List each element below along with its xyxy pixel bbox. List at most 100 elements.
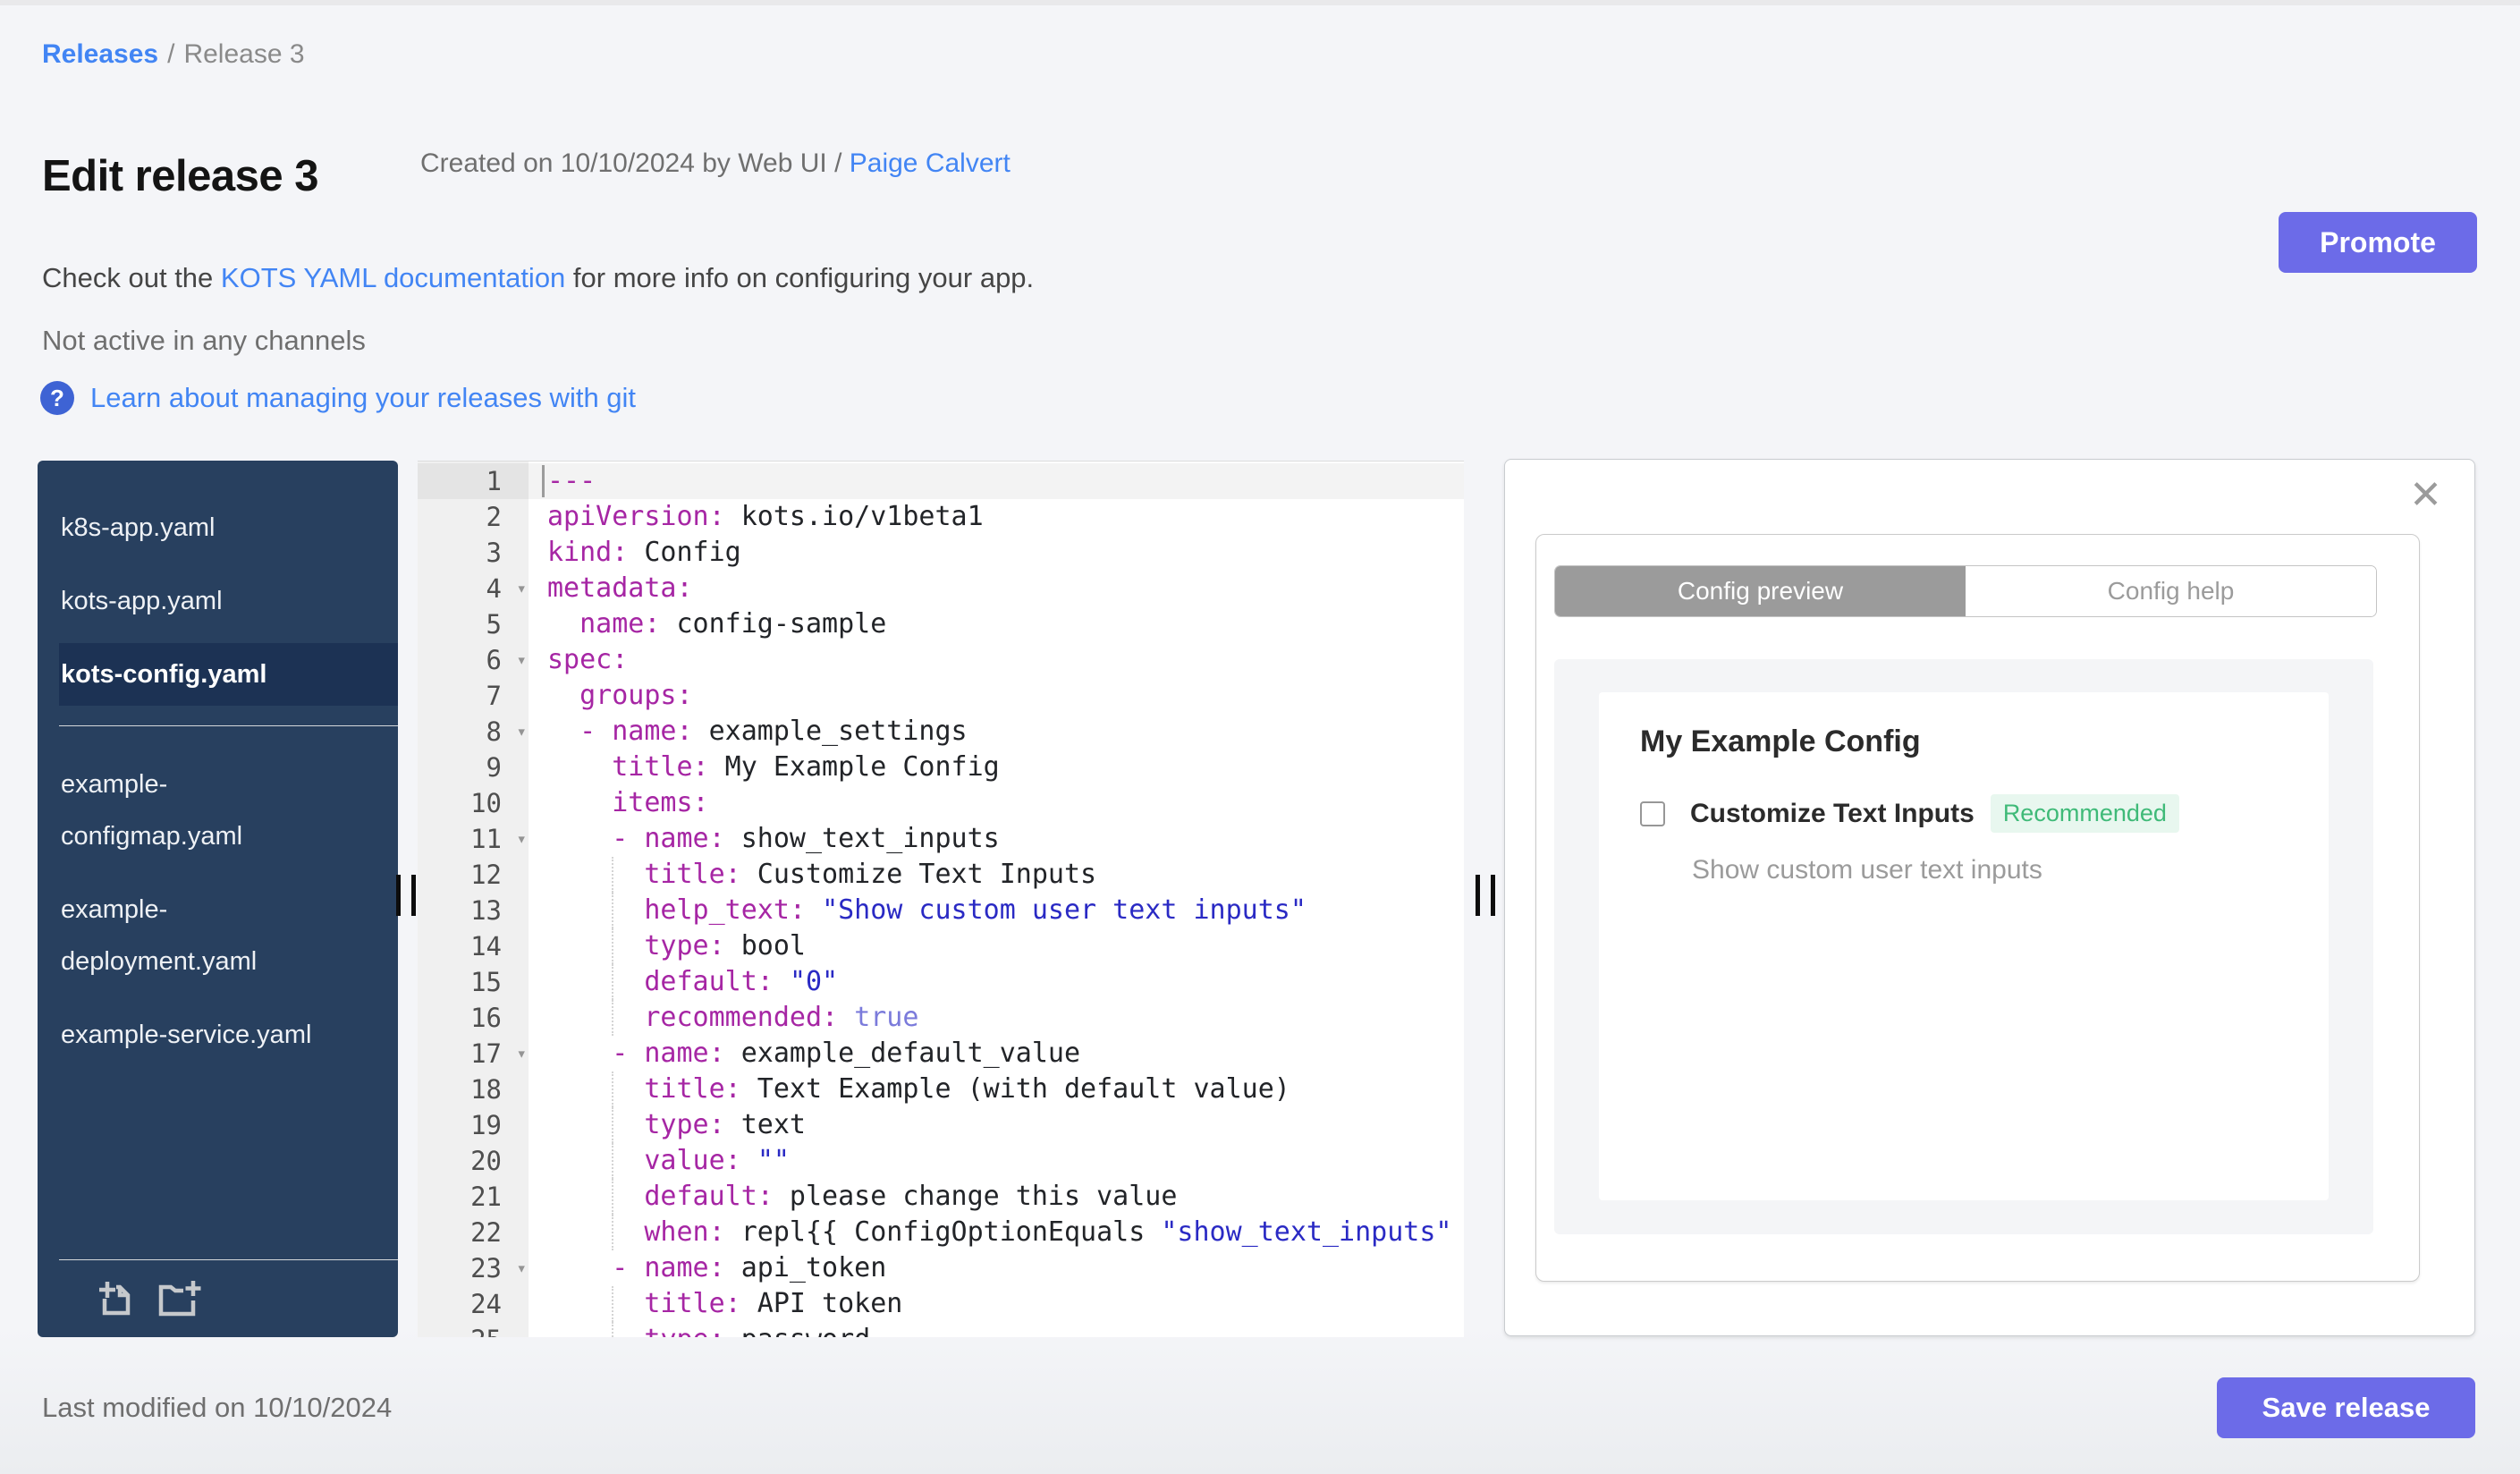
- line-number: 5: [486, 609, 502, 640]
- edit-release-page: Releases / Release 3 Edit release 3 Create…: [0, 0, 2520, 1474]
- help-question-icon[interactable]: ?: [40, 381, 74, 415]
- code-line[interactable]: 9 title: My Example Config: [418, 750, 1464, 785]
- docs-line: Check out the KOTS YAML documentation fo…: [42, 262, 1034, 294]
- code-line[interactable]: 13 help_text: "Show custom user text inp…: [418, 893, 1464, 928]
- config-item-help-text: Show custom user text inputs: [1692, 855, 2042, 885]
- code-text: type: bool: [529, 928, 1464, 964]
- config-preview-panel: ✕ Config preview Config help My Example C…: [1504, 459, 2475, 1336]
- file-item-kots-app.yaml[interactable]: kots-app.yaml: [59, 570, 398, 632]
- code-text: recommended: true: [529, 1000, 1464, 1036]
- line-number: 15: [470, 967, 502, 997]
- last-modified-text: Last modified on 10/10/2024: [42, 1392, 393, 1423]
- code-line[interactable]: 14 type: bool: [418, 928, 1464, 964]
- window-top-strip: [0, 0, 2520, 5]
- config-item-row: Customize Text Inputs Recommended: [1640, 794, 2179, 833]
- sidebar-footer-icons: [95, 1279, 204, 1323]
- fold-toggle-icon[interactable]: ▾: [517, 571, 527, 606]
- docs-prefix: Check out the: [42, 262, 221, 293]
- file-item-example-deployment.yaml[interactable]: example-deployment.yaml: [59, 878, 398, 993]
- code-line[interactable]: 2 apiVersion: kots.io/v1beta1: [418, 499, 1464, 535]
- docs-suffix: for more info on configuring your app.: [565, 262, 1035, 293]
- code-line[interactable]: 10 items:: [418, 785, 1464, 821]
- yaml-code-editor[interactable]: 1 --- 2 apiVersion: kots.io/v1beta1 3 kind: C…: [418, 461, 1464, 1337]
- code-line[interactable]: 15 default: "0": [418, 964, 1464, 1000]
- line-number: 3: [486, 538, 502, 568]
- code-line[interactable]: 12 title: Customize Text Inputs: [418, 857, 1464, 893]
- fold-toggle-icon[interactable]: ▾: [517, 714, 527, 750]
- line-number: 1: [418, 463, 529, 499]
- git-releases-link[interactable]: Learn about managing your releases with …: [90, 382, 636, 414]
- customize-text-inputs-checkbox[interactable]: [1640, 801, 1665, 826]
- code-line[interactable]: 4 ▾ metadata:: [418, 571, 1464, 606]
- line-number: 18: [470, 1074, 502, 1105]
- code-line[interactable]: 24 title: API token: [418, 1286, 1464, 1322]
- config-item-label: Customize Text Inputs: [1690, 798, 1975, 828]
- created-author-link[interactable]: Paige Calvert: [850, 148, 1011, 178]
- kots-yaml-docs-link[interactable]: KOTS YAML documentation: [221, 262, 565, 293]
- page-title: Edit release 3: [42, 151, 318, 200]
- config-group-title: My Example Config: [1640, 724, 1921, 758]
- file-item-example-service.yaml[interactable]: example-service.yaml: [59, 1004, 398, 1066]
- line-number: 19: [470, 1110, 502, 1140]
- code-line[interactable]: 22 when: repl{{ ConfigOptionEquals "show…: [418, 1215, 1464, 1250]
- file-item-kots-config.yaml[interactable]: kots-config.yaml: [59, 643, 398, 706]
- code-text: title: Customize Text Inputs: [529, 857, 1464, 893]
- save-release-button[interactable]: Save release: [2217, 1377, 2475, 1438]
- breadcrumb-current: Release 3: [183, 39, 305, 69]
- preview-card: Config preview Config help My Example Con…: [1535, 534, 2420, 1282]
- code-text: apiVersion: kots.io/v1beta1: [547, 501, 984, 532]
- code-text: kind: Config: [547, 537, 741, 568]
- fold-toggle-icon[interactable]: ▾: [517, 642, 527, 678]
- fold-toggle-icon[interactable]: ▾: [517, 1250, 527, 1286]
- line-number: 14: [470, 931, 502, 961]
- code-line[interactable]: 6 ▾ spec:: [418, 642, 1464, 678]
- resize-bar: [411, 875, 416, 916]
- text-cursor: [542, 465, 545, 497]
- line-number: 24: [470, 1289, 502, 1319]
- code-line[interactable]: 16 recommended: true: [418, 1000, 1464, 1036]
- add-file-icon[interactable]: [95, 1279, 134, 1323]
- file-item-k8s-app.yaml[interactable]: k8s-app.yaml: [59, 496, 398, 559]
- code-line[interactable]: 25 type: password: [418, 1322, 1464, 1337]
- code-line[interactable]: 18 title: Text Example (with default val…: [418, 1072, 1464, 1107]
- line-number: 4 ▾: [418, 571, 529, 606]
- breadcrumb-releases-link[interactable]: Releases: [42, 39, 158, 69]
- code-line[interactable]: 3 kind: Config: [418, 535, 1464, 571]
- code-line[interactable]: 11 ▾ - name: show_text_inputs: [418, 821, 1464, 857]
- code-text: - name: show_text_inputs: [612, 823, 1000, 854]
- channel-status: Not active in any channels: [42, 325, 366, 356]
- fold-toggle-icon[interactable]: ▾: [517, 1036, 527, 1072]
- code-text: - name: api_token: [612, 1252, 887, 1283]
- fold-toggle-icon[interactable]: ▾: [517, 821, 527, 857]
- tab-config-help[interactable]: Config help: [1966, 566, 2376, 616]
- code-line[interactable]: 5 name: config-sample: [418, 606, 1464, 642]
- resize-bar: [1491, 875, 1495, 916]
- created-text: Created on 10/10/2024 by Web UI /: [420, 148, 850, 178]
- code-text: name: config-sample: [579, 608, 887, 640]
- code-line[interactable]: 8 ▾ - name: example_settings: [418, 714, 1464, 750]
- file-list: k8s-app.yaml kots-app.yaml kots-config.yam…: [38, 461, 398, 1066]
- recommended-badge: Recommended: [1990, 794, 2179, 833]
- code-line[interactable]: 19 type: text: [418, 1107, 1464, 1143]
- line-number: 2: [486, 502, 502, 532]
- code-line[interactable]: 7 groups:: [418, 678, 1464, 714]
- promote-button[interactable]: Promote: [2279, 212, 2477, 273]
- file-item-example-configmap.yaml[interactable]: example-configmap.yaml: [59, 753, 398, 868]
- code-line[interactable]: 17 ▾ - name: example_default_value: [418, 1036, 1464, 1072]
- code-text: title: API token: [529, 1286, 1464, 1322]
- created-line: Created on 10/10/2024 by Web UI / Paige …: [420, 148, 1011, 179]
- code-line[interactable]: 1 ---: [418, 463, 1464, 499]
- tab-config-preview[interactable]: Config preview: [1555, 566, 1966, 616]
- line-number: 6 ▾: [418, 642, 529, 678]
- code-text: ---: [529, 463, 1464, 499]
- line-number: 12: [470, 860, 502, 890]
- code-line[interactable]: 20 value: "": [418, 1143, 1464, 1179]
- add-folder-icon[interactable]: [157, 1279, 204, 1323]
- editor-lines: 1 --- 2 apiVersion: kots.io/v1beta1 3 kind: C…: [418, 463, 1464, 1337]
- editor-preview-resize-handle[interactable]: [1476, 875, 1501, 916]
- close-icon[interactable]: ✕: [2409, 476, 2442, 515]
- code-text: spec:: [547, 644, 629, 675]
- file-list-divider: [59, 725, 398, 726]
- code-line[interactable]: 23 ▾ - name: api_token: [418, 1250, 1464, 1286]
- code-line[interactable]: 21 default: please change this value: [418, 1179, 1464, 1215]
